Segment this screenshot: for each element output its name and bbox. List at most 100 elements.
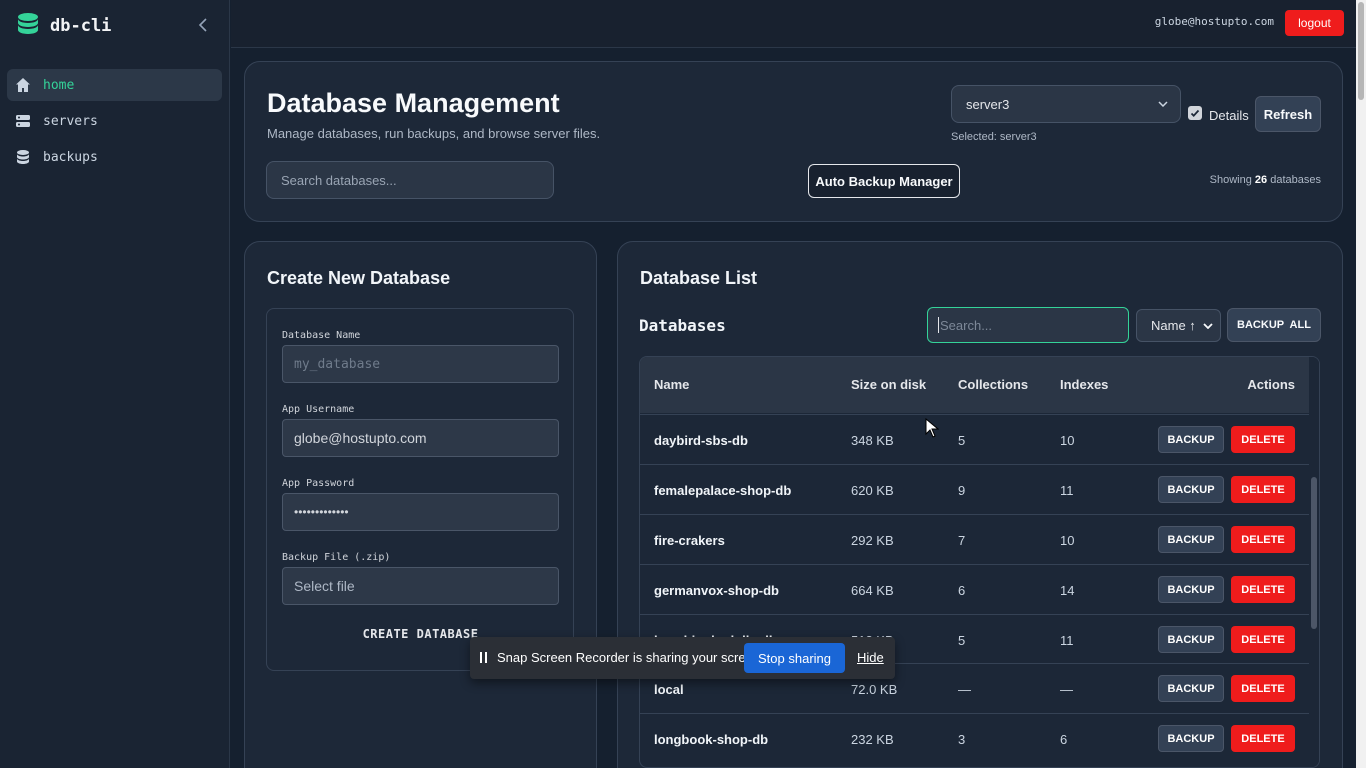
- db-name: longbook-shop-db: [654, 732, 769, 747]
- backup-button[interactable]: BACKUP: [1158, 426, 1224, 453]
- db-size: 620 KB: [851, 483, 894, 498]
- server-icon: [16, 115, 30, 127]
- column-header-actions: Actions: [1247, 377, 1295, 392]
- db-indexes: —: [1060, 682, 1073, 697]
- database-table: Name Size on disk Collections Indexes Ac…: [639, 356, 1320, 768]
- password-input[interactable]: •••••••••••••: [282, 493, 559, 531]
- user-email: globe@hostupto.com: [1154, 15, 1274, 28]
- database-search-input[interactable]: Search...: [927, 307, 1129, 343]
- databases-heading: Databases: [639, 316, 726, 335]
- delete-button[interactable]: DELETE: [1231, 476, 1295, 503]
- pause-icon: [480, 652, 482, 663]
- text-caret: [938, 317, 939, 333]
- stop-sharing-button[interactable]: Stop sharing: [744, 643, 845, 673]
- db-name: germanvox-shop-db: [654, 583, 779, 598]
- page-scrollbar[interactable]: [1356, 0, 1366, 768]
- db-collections: 6: [958, 583, 966, 598]
- db-name: femalepalace-shop-db: [654, 483, 792, 498]
- brand[interactable]: db-cli: [16, 12, 111, 40]
- mouse-cursor-icon: [925, 418, 939, 438]
- table-row: daybird-sbs-db 348 KB 5 10 BACKUP DELETE: [640, 414, 1310, 464]
- table-header: Name Size on disk Collections Indexes Ac…: [640, 357, 1310, 413]
- delete-button[interactable]: DELETE: [1231, 426, 1295, 453]
- column-header-indexes: Indexes: [1060, 377, 1109, 392]
- hide-toast-link[interactable]: Hide: [857, 650, 884, 665]
- sidebar-item-home[interactable]: home: [7, 69, 222, 101]
- db-collections: 5: [958, 633, 966, 648]
- sidebar-item-label: backups: [43, 149, 98, 165]
- backup-button[interactable]: BACKUP: [1158, 725, 1224, 752]
- app-name: db-cli: [50, 16, 112, 36]
- server-select[interactable]: server3: [951, 85, 1181, 123]
- sidebar-item-label: servers: [43, 113, 98, 129]
- database-list-card: Database List Databases Search... Name ↑…: [617, 241, 1343, 768]
- delete-button[interactable]: DELETE: [1231, 526, 1295, 553]
- db-name: daybird-sbs-db: [654, 433, 748, 448]
- table-row: germanvox-shop-db 664 KB 6 14 BACKUP DEL…: [640, 564, 1310, 614]
- selected-server-text: Selected: server3: [951, 131, 1037, 143]
- db-indexes: 11: [1060, 633, 1074, 648]
- table-scrollbar-thumb[interactable]: [1311, 477, 1317, 629]
- delete-button[interactable]: DELETE: [1231, 675, 1295, 702]
- db-collections: 3: [958, 732, 966, 747]
- backup-file-input[interactable]: Select file: [282, 567, 559, 605]
- db-indexes: 10: [1060, 433, 1075, 448]
- password-label: App Password: [282, 478, 355, 489]
- db-name-label: Database Name: [282, 330, 361, 341]
- db-size: 292 KB: [851, 533, 894, 548]
- db-size: 232 KB: [851, 732, 894, 747]
- table-row: longbook-shop-db 232 KB 3 6 BACKUP DELET…: [640, 713, 1310, 763]
- refresh-button[interactable]: Refresh: [1255, 96, 1321, 132]
- create-database-form: Database Name my_database App Username g…: [266, 308, 574, 671]
- backup-button[interactable]: BACKUP: [1158, 526, 1224, 553]
- sidebar: db-cli home servers backups: [0, 0, 230, 768]
- check-icon: [1190, 109, 1200, 117]
- screen-share-toast: Snap Screen Recorder is sharing your scr…: [470, 637, 895, 679]
- column-header-name: Name: [654, 377, 690, 392]
- column-header-collections: Collections: [958, 377, 1029, 392]
- sort-select-value: Name ↑: [1151, 318, 1196, 333]
- page-scrollbar-thumb[interactable]: [1358, 2, 1364, 100]
- db-indexes: 14: [1060, 583, 1075, 598]
- db-size: 72.0 KB: [851, 682, 898, 697]
- db-collections: —: [958, 682, 971, 697]
- table-scrollbar[interactable]: [1309, 357, 1319, 767]
- sidebar-item-label: home: [43, 77, 75, 93]
- column-header-size: Size on disk: [851, 377, 927, 392]
- home-icon: [16, 78, 30, 92]
- sidebar-item-backups[interactable]: backups: [7, 141, 222, 173]
- db-name: fire-crakers: [654, 533, 725, 548]
- logout-button[interactable]: logout: [1285, 10, 1344, 36]
- showing-count-text: Showing 26 databases: [1209, 174, 1321, 186]
- username-input[interactable]: globe@hostupto.com: [282, 419, 559, 457]
- delete-button[interactable]: DELETE: [1231, 626, 1295, 653]
- backup-button[interactable]: BACKUP: [1158, 576, 1224, 603]
- details-checkbox[interactable]: [1188, 106, 1202, 120]
- db-name: local: [654, 682, 684, 697]
- database-icon: [17, 150, 29, 164]
- topbar: globe@hostupto.com logout: [231, 0, 1356, 48]
- db-indexes: 10: [1060, 533, 1075, 548]
- delete-button[interactable]: DELETE: [1231, 725, 1295, 752]
- sidebar-item-servers[interactable]: servers: [7, 105, 222, 137]
- table-row: fire-crakers 292 KB 7 10 BACKUP DELETE: [640, 514, 1310, 564]
- auto-backup-manager-button[interactable]: Auto Backup Manager: [808, 164, 960, 198]
- backup-button[interactable]: BACKUP: [1158, 476, 1224, 503]
- backup-button[interactable]: BACKUP: [1158, 626, 1224, 653]
- backup-all-button[interactable]: BACKUP ALL: [1227, 308, 1321, 342]
- chevron-down-icon: [1203, 322, 1213, 329]
- create-database-card: Create New Database Database Name my_dat…: [244, 241, 597, 768]
- server-select-value: server3: [966, 96, 1010, 112]
- search-databases-input[interactable]: Search databases...: [266, 161, 554, 199]
- backup-button[interactable]: BACKUP: [1158, 675, 1224, 702]
- database-list-title: Database List: [640, 268, 758, 288]
- db-name-input[interactable]: my_database: [282, 345, 559, 383]
- collapse-sidebar-button[interactable]: [194, 16, 212, 34]
- page-subtitle: Manage databases, run backups, and brows…: [267, 126, 601, 141]
- page-title: Database Management: [267, 88, 560, 118]
- sort-select[interactable]: Name ↑: [1136, 309, 1221, 342]
- db-collections: 7: [958, 533, 966, 548]
- chevron-left-icon: [198, 18, 207, 32]
- database-logo-icon: [16, 12, 40, 41]
- delete-button[interactable]: DELETE: [1231, 576, 1295, 603]
